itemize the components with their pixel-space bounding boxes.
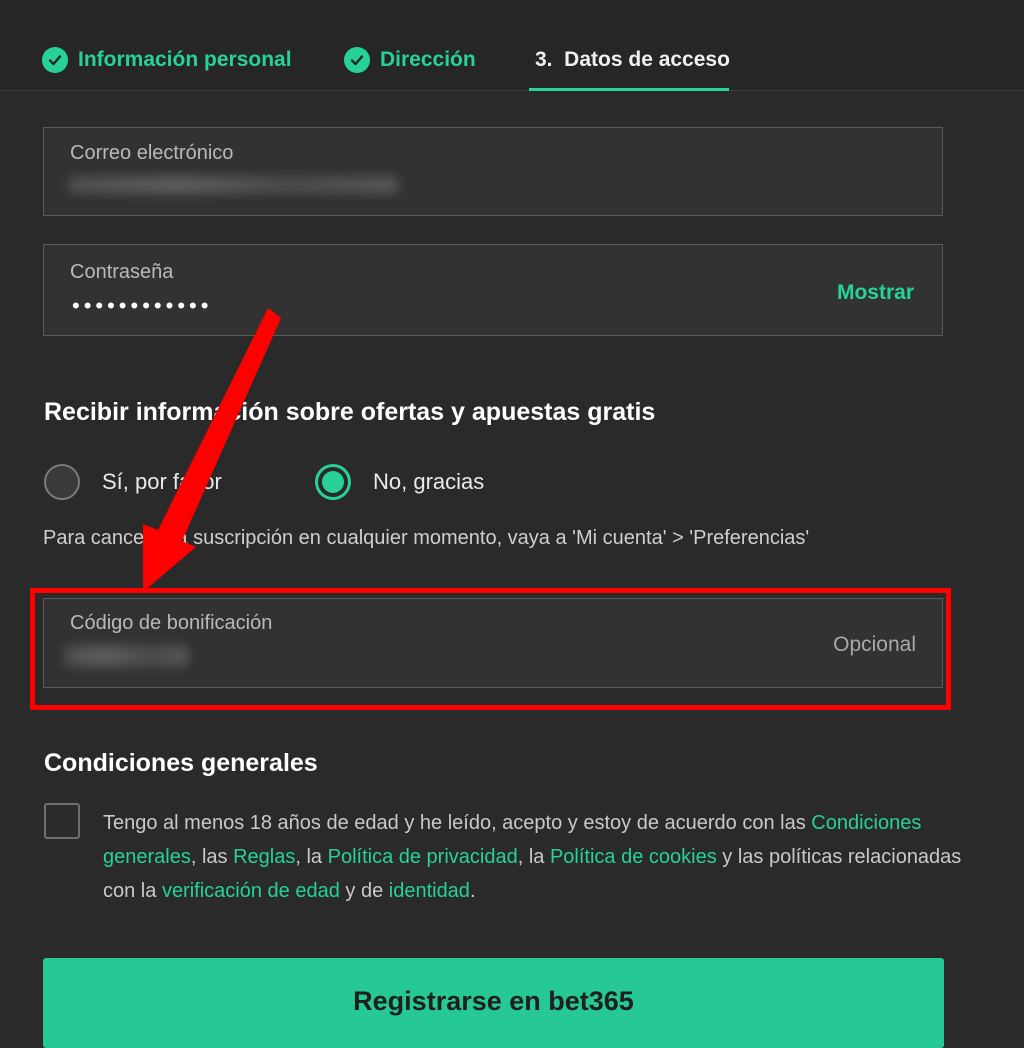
- tab-label: Dirección: [380, 48, 476, 71]
- email-value-redacted: [68, 176, 398, 194]
- radio-yes[interactable]: Sí, por favor: [44, 464, 222, 500]
- terms-text-part: , las: [190, 846, 234, 868]
- tab-access-data[interactable]: 3. Datos de acceso: [535, 44, 730, 76]
- radio-no[interactable]: No, gracias: [315, 464, 484, 500]
- tab-personal-info[interactable]: Información personal: [42, 44, 292, 76]
- terms-checkbox[interactable]: [44, 803, 80, 839]
- terms-text: Tengo al menos 18 años de edad y he leíd…: [103, 806, 983, 908]
- password-label: Contraseña: [70, 261, 174, 283]
- radio-no-label: No, gracias: [373, 469, 485, 494]
- show-password-button[interactable]: Mostrar: [837, 281, 914, 305]
- link-rules[interactable]: Reglas: [233, 846, 295, 868]
- email-label: Correo electrónico: [70, 142, 234, 164]
- radio-yes-label: Sí, por favor: [102, 469, 222, 494]
- link-cookie-policy[interactable]: Política de cookies: [550, 846, 717, 868]
- terms-text-part: , la: [517, 846, 550, 868]
- terms-text-part: , la: [295, 846, 328, 868]
- link-privacy-policy[interactable]: Política de privacidad: [328, 846, 518, 868]
- terms-text-part: .: [469, 880, 476, 902]
- terms-text-part: Tengo al menos 18 años de edad y he leíd…: [103, 812, 812, 834]
- radio-circle[interactable]: [44, 464, 80, 500]
- password-field[interactable]: Contraseña •••••••••••• Mostrar: [43, 244, 943, 336]
- terms-text-part: y de: [339, 880, 389, 902]
- link-age-verification[interactable]: verificación de edad: [162, 880, 340, 902]
- check-icon: [42, 47, 68, 73]
- conditions-heading: Condiciones generales: [44, 749, 318, 777]
- tab-label: 3. Datos de acceso: [535, 48, 730, 71]
- tab-label: Información personal: [78, 48, 292, 71]
- active-tab-indicator: [529, 88, 729, 91]
- unsubscribe-note: Para cancelar la suscripción en cualquie…: [43, 527, 810, 549]
- tab-address[interactable]: Dirección: [344, 44, 476, 76]
- registration-steps: Información personal Dirección 3. Datos …: [0, 0, 1024, 91]
- password-value: ••••••••••••: [72, 293, 213, 318]
- check-icon: [344, 47, 370, 73]
- link-identity[interactable]: identidad: [389, 880, 470, 902]
- register-button[interactable]: Registrarse en bet365: [43, 958, 944, 1048]
- email-field[interactable]: Correo electrónico: [43, 127, 943, 216]
- highlight-box: [30, 588, 951, 710]
- offers-heading: Recibir información sobre ofertas y apue…: [44, 398, 656, 426]
- radio-circle-selected[interactable]: [315, 464, 351, 500]
